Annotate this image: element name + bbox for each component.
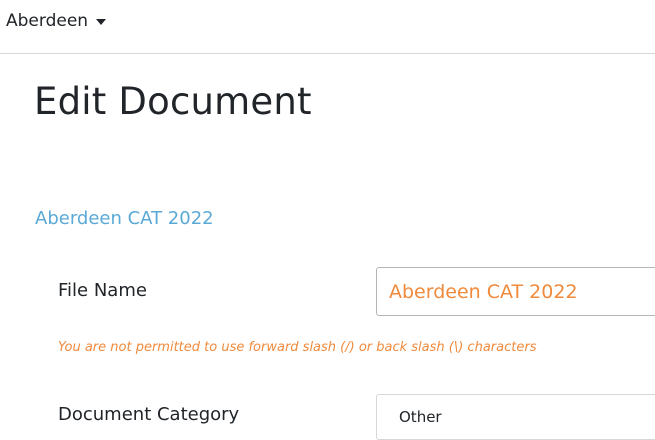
location-dropdown[interactable]: Aberdeen <box>6 11 107 31</box>
document-category-select[interactable]: Other <box>376 394 655 440</box>
page-title: Edit Document <box>34 80 312 123</box>
file-name-label: File Name <box>58 280 147 301</box>
caret-down-icon <box>96 18 107 25</box>
document-link[interactable]: Aberdeen CAT 2022 <box>35 208 214 229</box>
file-name-hint: You are not permitted to use forward sla… <box>58 340 537 355</box>
location-label: Aberdeen <box>6 11 89 31</box>
file-name-input[interactable] <box>376 267 655 316</box>
top-bar: Aberdeen <box>0 0 655 54</box>
document-category-value: Other <box>399 408 442 426</box>
document-category-label: Document Category <box>58 404 240 425</box>
